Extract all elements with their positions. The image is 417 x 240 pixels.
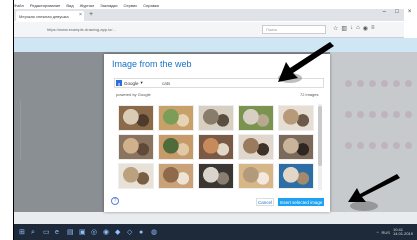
- image-search-input[interactable]: cats: [162, 78, 170, 88]
- swatch[interactable]: [381, 142, 388, 149]
- swatch[interactable]: [345, 80, 352, 87]
- menu-file[interactable]: Файл: [14, 3, 24, 8]
- star-icon[interactable]: ☆: [333, 25, 338, 34]
- dialog-title: Image from the web: [112, 59, 192, 69]
- minimize-icon[interactable]: –: [383, 9, 386, 19]
- firefox-icon[interactable]: ◉: [103, 229, 110, 236]
- help-icon[interactable]: ?: [111, 197, 119, 205]
- annotation-arrow-icon: [348, 174, 400, 211]
- google-icon: g: [116, 80, 122, 86]
- image-thumbnail[interactable]: [198, 163, 234, 189]
- swatch[interactable]: [393, 142, 400, 149]
- swatch[interactable]: [405, 80, 412, 87]
- left-margin: [0, 0, 14, 240]
- annotation-arrow-icon: [278, 42, 334, 83]
- powered-by-label: powered by Google: [116, 92, 151, 97]
- swatch[interactable]: [369, 111, 376, 118]
- swatch[interactable]: [357, 142, 364, 149]
- menu-tools[interactable]: Сервис: [124, 3, 138, 8]
- swatch[interactable]: [345, 142, 352, 149]
- home-icon[interactable]: ⌂: [356, 25, 360, 34]
- menu-icon[interactable]: ≡: [371, 25, 375, 34]
- browser-toolbar-icons: ☆ ▥ ↓ ⌂ ◉ ≡: [333, 25, 417, 34]
- close-window-icon[interactable]: ×: [408, 9, 412, 19]
- language-indicator[interactable]: RUS: [382, 230, 390, 235]
- image-thumbnail[interactable]: [238, 105, 274, 131]
- image-thumbnail[interactable]: [118, 105, 154, 131]
- download-icon[interactable]: ↓: [350, 25, 353, 34]
- menu-edit[interactable]: Редактирование: [30, 3, 60, 8]
- swatch[interactable]: [357, 111, 364, 118]
- url-field[interactable]: https://www.example-drawing-app.io/...: [44, 25, 244, 34]
- image-thumbnail[interactable]: [238, 134, 274, 160]
- browser-edge-icon[interactable]: e: [55, 229, 62, 236]
- swatch[interactable]: [393, 80, 400, 87]
- image-thumbnail[interactable]: [278, 134, 314, 160]
- chevron-down-icon: ▾: [140, 80, 143, 85]
- store-icon[interactable]: ▣: [79, 229, 86, 236]
- new-tab-icon[interactable]: +: [89, 11, 93, 18]
- image-results-grid: [118, 105, 316, 193]
- swatch[interactable]: [393, 111, 400, 118]
- menu-view[interactable]: Вид: [66, 3, 73, 8]
- app-header: [14, 38, 417, 52]
- app-icon[interactable]: ◍: [151, 229, 158, 236]
- task-view-icon[interactable]: ▭: [43, 229, 50, 236]
- app-icon[interactable]: ●: [139, 229, 146, 236]
- swatch[interactable]: [369, 80, 376, 87]
- library-icon[interactable]: ▥: [341, 25, 347, 34]
- browser-search-input[interactable]: Поиск: [262, 25, 326, 34]
- swatch[interactable]: [381, 111, 388, 118]
- provider-select[interactable]: g Google ▾: [114, 78, 156, 88]
- browser-menubar: Файл Редактирование Вид Журнал Закладки …: [14, 2, 364, 9]
- maximize-icon[interactable]: □: [395, 9, 399, 19]
- clock[interactable]: 10:41 14.01.2019: [393, 228, 413, 236]
- menu-help[interactable]: Справка: [143, 3, 159, 8]
- image-thumbnail[interactable]: [158, 134, 194, 160]
- canvas-diagram-fragment: [20, 100, 61, 160]
- image-thumbnail[interactable]: [118, 134, 154, 160]
- swatch[interactable]: [381, 80, 388, 87]
- image-thumbnail[interactable]: [118, 163, 154, 189]
- swatch[interactable]: [369, 142, 376, 149]
- app-icon[interactable]: ◆: [115, 229, 122, 236]
- insert-button[interactable]: Insert selected image: [278, 198, 324, 206]
- menu-bookmarks[interactable]: Закладки: [100, 3, 117, 8]
- chrome-icon[interactable]: ◎: [91, 229, 98, 236]
- image-thumbnail[interactable]: [198, 134, 234, 160]
- color-swatch-grid: [345, 80, 415, 170]
- image-thumbnail[interactable]: [158, 105, 194, 131]
- image-thumbnail[interactable]: [158, 163, 194, 189]
- image-thumbnail[interactable]: [238, 163, 274, 189]
- result-count: 72 images: [300, 92, 319, 97]
- windows-taskbar: ⊞ ⌕ ▭ e ▤ ▣ ◎ ◉ ◆ ◇ ● ◍ ^ RUS 10:41 14.0…: [14, 224, 417, 240]
- swatch[interactable]: [405, 111, 412, 118]
- cancel-button[interactable]: Cancel: [256, 198, 274, 206]
- windows-start-icon[interactable]: ⊞: [19, 229, 26, 236]
- window-controls: – □ ×: [378, 9, 416, 19]
- system-tray: ^ RUS 10:41 14.01.2019: [377, 228, 413, 236]
- search-icon[interactable]: ⌕: [31, 229, 38, 236]
- image-thumbnail[interactable]: [278, 163, 314, 189]
- swatch[interactable]: [345, 111, 352, 118]
- file-explorer-icon[interactable]: ▤: [67, 229, 74, 236]
- scrollbar-thumb[interactable]: [318, 106, 322, 166]
- swatch[interactable]: [357, 80, 364, 87]
- swatch[interactable]: [405, 142, 412, 149]
- image-thumbnail[interactable]: [278, 105, 314, 131]
- tray-up-icon[interactable]: ^: [377, 230, 379, 235]
- menu-history[interactable]: Журнал: [80, 3, 95, 8]
- app-icon[interactable]: ◇: [127, 229, 134, 236]
- extension-icon[interactable]: ◉: [363, 25, 368, 34]
- tab-close-icon[interactable]: ×: [79, 12, 82, 18]
- browser-tab[interactable]: Мерзкая снежная девушка: [16, 11, 84, 21]
- image-thumbnail[interactable]: [198, 105, 234, 131]
